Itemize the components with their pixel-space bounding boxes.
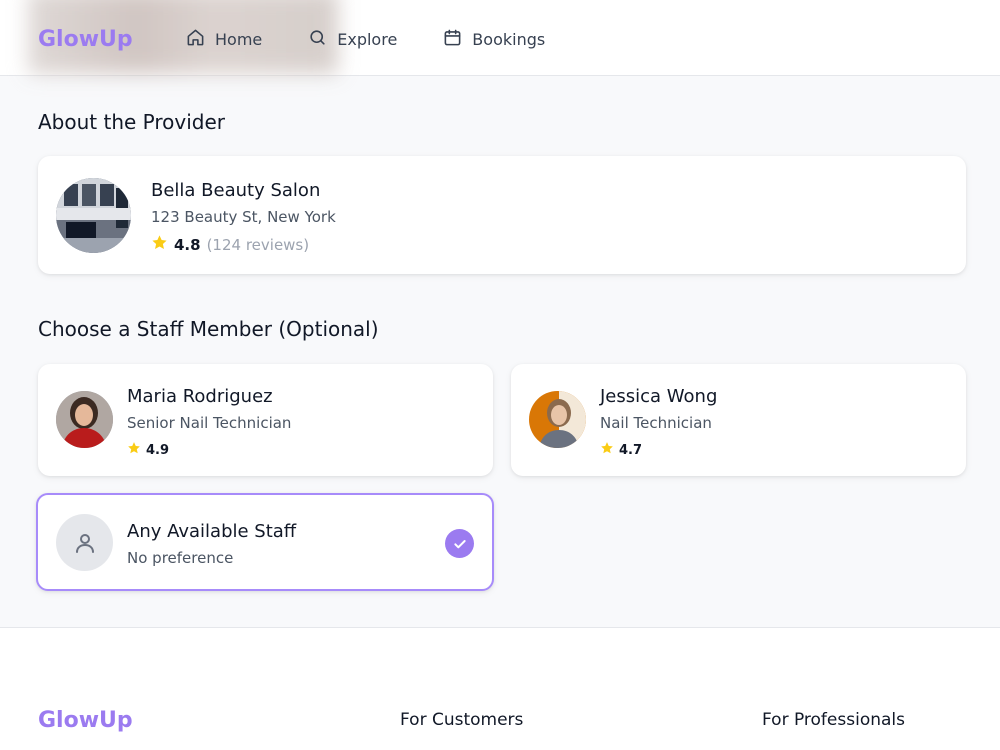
top-header: GlowUp Home Explore Bookings	[0, 0, 1000, 76]
provider-reviews[interactable]: (124 reviews)	[207, 236, 310, 254]
any-staff-name: Any Available Staff	[127, 521, 297, 542]
user-icon	[56, 514, 113, 571]
staff-card-any[interactable]: Any Available Staff No preference	[36, 493, 494, 591]
staff-name: Jessica Wong	[600, 386, 718, 407]
provider-address: 123 Beauty St, New York	[151, 208, 336, 226]
footer-logo[interactable]: GlowUp	[38, 708, 133, 733]
star-icon	[127, 441, 141, 459]
nav-home-label: Home	[215, 30, 263, 49]
home-icon	[186, 28, 205, 51]
staff-card-maria[interactable]: Maria Rodriguez Senior Nail Technician 4…	[38, 364, 493, 476]
provider-rating-value: 4.8	[174, 235, 201, 254]
staff-rating-value: 4.9	[146, 442, 170, 458]
provider-card: Bella Beauty Salon 123 Beauty St, New Yo…	[38, 156, 966, 274]
staff-role: Senior Nail Technician	[127, 414, 292, 432]
about-title: About the Provider	[38, 110, 226, 134]
avatar	[56, 391, 113, 448]
staff-role: Nail Technician	[600, 414, 712, 432]
staff-name: Maria Rodriguez	[127, 386, 273, 407]
provider-avatar	[56, 178, 131, 253]
provider-name: Bella Beauty Salon	[151, 180, 321, 201]
provider-rating: 4.8 (124 reviews)	[151, 234, 309, 255]
avatar	[529, 391, 586, 448]
check-icon	[445, 529, 474, 558]
calendar-icon	[443, 28, 462, 51]
staff-card-jessica[interactable]: Jessica Wong Nail Technician 4.7	[511, 364, 966, 476]
search-icon	[308, 28, 327, 51]
footer-heading-customers: For Customers	[400, 710, 524, 730]
nav-bookings[interactable]: Bookings	[443, 28, 545, 51]
nav-explore[interactable]: Explore	[308, 28, 397, 51]
staff-title: Choose a Staff Member (Optional)	[38, 317, 379, 341]
main-nav: Home Explore Bookings	[186, 28, 545, 51]
staff-rating: 4.7	[600, 441, 642, 459]
nav-explore-label: Explore	[337, 30, 398, 49]
nav-home[interactable]: Home	[186, 28, 262, 51]
footer-heading-professionals: For Professionals	[762, 710, 905, 730]
staff-rating-value: 4.7	[619, 442, 643, 458]
staff-rating: 4.9	[127, 441, 169, 459]
star-icon	[151, 234, 168, 255]
footer: GlowUp For Customers For Professionals	[0, 627, 1000, 750]
nav-bookings-label: Bookings	[472, 30, 546, 49]
logo[interactable]: GlowUp	[38, 27, 133, 52]
star-icon	[600, 441, 614, 459]
any-staff-subtitle: No preference	[127, 549, 234, 567]
